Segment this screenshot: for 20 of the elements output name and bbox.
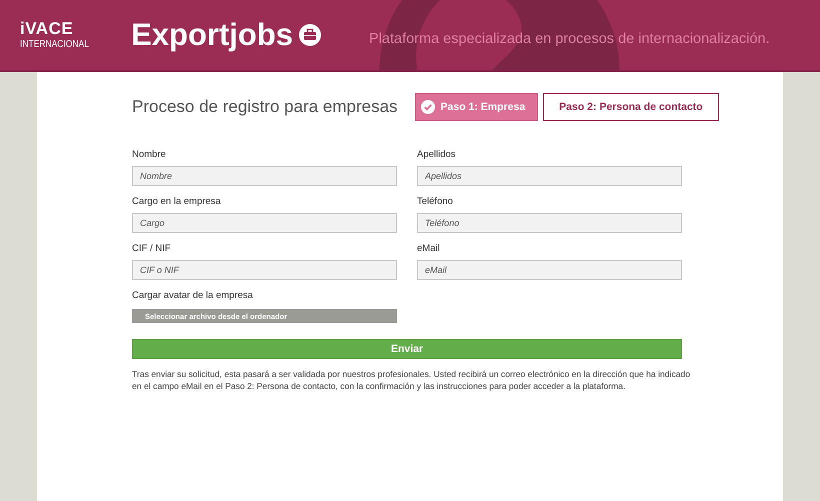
info-paragraph: Tras enviar su solicitud, esta pasará a ser validada por nuestros profesionales. Usted recibirá un correo electrónico en la dirección que ha indicado en el campo eMail en el Paso 2: Persona de contacto, con la confirmación y las instrucciones para poder acceder a la plataforma. xyxy=(132,369,692,392)
step-tab[interactable]: Paso 2: Persona de contacto xyxy=(543,93,719,121)
input-field[interactable]: Teléfono xyxy=(417,213,682,233)
field-label: CIF / NIF xyxy=(132,243,172,254)
field-label: Apellidos xyxy=(417,149,457,160)
logo[interactable]: iVACE INTERNACIONAL xyxy=(20,20,102,50)
submit-button[interactable]: Enviar xyxy=(132,339,682,359)
field-label: eMail xyxy=(417,243,441,254)
step-tab[interactable]: Paso 1: Empresa xyxy=(414,93,538,121)
input-field[interactable]: Nombre xyxy=(132,166,397,186)
field-label: Teléfono xyxy=(417,196,454,207)
tagline: Plataforma especializada en procesos de internacionalización. xyxy=(369,31,770,47)
field-label: Cargo en la empresa xyxy=(132,196,222,207)
input-field[interactable]: Cargo xyxy=(132,213,397,233)
field-label: Nombre xyxy=(132,149,167,160)
site-title: Exportjobs xyxy=(131,17,294,53)
page-heading: Proceso de registro para empresas xyxy=(132,97,398,117)
input-field[interactable]: CIF o NIF xyxy=(132,260,397,280)
input-field[interactable]: eMail xyxy=(417,260,682,280)
field-label: Cargar avatar de la empresa xyxy=(132,290,254,301)
